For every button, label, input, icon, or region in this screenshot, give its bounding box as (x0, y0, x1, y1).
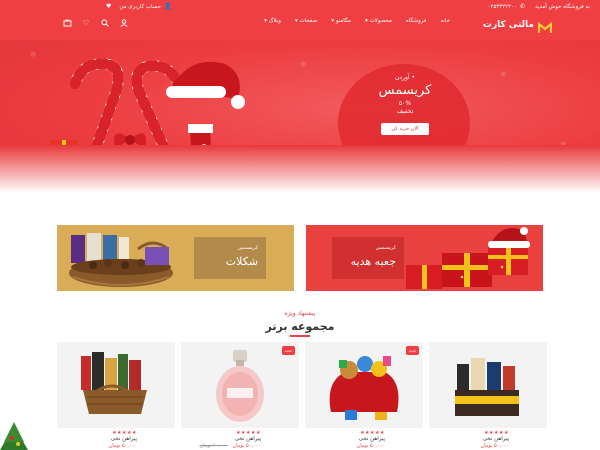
product-image[interactable] (57, 342, 175, 428)
price-old: ۶۰,۰۰۰ تومان (199, 443, 228, 449)
banner-kicker: کریسمس (237, 245, 258, 251)
section-divider (290, 335, 310, 337)
phone-icon: ✆ (519, 3, 526, 10)
price-current: ۵۰,۰۰۰ تومان (108, 443, 137, 449)
snowflake-icon: ❄ (300, 60, 307, 69)
account-label: حساب کاربری من (119, 4, 162, 10)
product-name[interactable]: پیراهن نخی (235, 436, 261, 442)
hero-promo: • آوردن کریسمس ۵۰% تخفیف الان خرید کن (350, 72, 460, 135)
product-card[interactable]: ★★★★★ پیراهن نخی ۵۰,۰۰۰ تومان (57, 342, 175, 450)
product-card[interactable]: جدید ★★★★★ پیراهن نخی ۵۰,۰۰۰ تومان (305, 342, 423, 450)
product-price: ۵۰,۰۰۰ تومان ۶۰,۰۰۰ تومان (199, 443, 261, 449)
logo-mark-icon (537, 19, 553, 33)
price-current: ۵۰,۰۰۰ تومان (232, 443, 261, 449)
price-current: ۵۰,۰۰۰ تومان (356, 443, 385, 449)
hero-title: کریسمس (378, 83, 432, 98)
christmas-tree-decoration (0, 422, 28, 450)
chocolate-basket-image (69, 233, 173, 287)
phone-number: ۰۲۵۳۳۲۲۲۰۰ (487, 4, 517, 10)
snowflake-icon: ❄ (500, 70, 507, 79)
user-icon[interactable] (119, 18, 129, 28)
hero-kicker: • آوردن (395, 74, 415, 81)
product-image[interactable] (429, 342, 547, 428)
chocolate-banner-label: کریسمس شکلات (194, 237, 266, 279)
cart-icon[interactable] (62, 18, 72, 28)
logo-text: مالتی کارت (482, 20, 534, 30)
toy-sack-image (329, 356, 399, 420)
product-name[interactable]: پیراهن نخی (359, 436, 385, 442)
banner-kicker: کریسمس (375, 245, 396, 251)
user-icon: 👤 (164, 3, 172, 10)
chocolate-banner[interactable]: کریسمس شکلات (57, 225, 294, 291)
product-price: ۵۰,۰۰۰ تومان (357, 443, 385, 449)
gift-box-banner-label: کریسمس جعبه هدیه (332, 237, 404, 279)
menu-item-home[interactable]: خانه (440, 18, 450, 24)
product-card[interactable]: جدید ★★★★★ پیراهن نخی ۵۰,۰۰۰ تومان ۶۰,۰۰… (181, 342, 299, 450)
price-current: ۵۰,۰۰۰ تومان (480, 443, 509, 449)
menu-item-shop[interactable]: فروشگاه (406, 18, 427, 24)
banner-title: جعبه هدیه (350, 255, 396, 268)
gift-boxes-image (406, 227, 530, 289)
account-link[interactable]: 👤 حساب کاربری من (119, 3, 172, 11)
heart-icon[interactable]: ♡ (81, 18, 91, 28)
section-subtitle: پیشنهاد ویژه (284, 310, 316, 317)
menu-item-megamenu[interactable]: مگامنو ▾ (331, 18, 351, 24)
product-name[interactable]: پیراهن نخی (111, 436, 137, 442)
product-price: ۵۰,۰۰۰ تومان (109, 443, 137, 449)
gift-basket-image (81, 352, 147, 414)
welcome-text: به فروشگاه خوش آمدید (535, 4, 590, 10)
banner-title: شکلات (225, 255, 258, 268)
product-price: ۵۰,۰۰۰ تومان (481, 443, 509, 449)
shop-now-button[interactable]: الان خرید کن (381, 123, 429, 135)
product-badge: جدید (282, 346, 295, 355)
menu-item-products[interactable]: محصولات ▾ (365, 18, 392, 24)
hamper-image (455, 358, 519, 416)
main-navbar: مالتی کارت خانه فروشگاه محصولات ▾ مگامنو… (0, 14, 600, 40)
header-icons: ♡ (62, 18, 129, 28)
phone-link[interactable]: ✆ ۰۲۵۳۳۲۲۲۰۰ (487, 3, 526, 11)
top-bar: به فروشگاه خوش آمدید ✆ ۰۲۵۳۳۲۲۲۰۰ 👤 حساب… (0, 0, 600, 14)
menu-item-pages[interactable]: صفحات ▾ (295, 18, 317, 24)
product-name[interactable]: پیراهن نخی (483, 436, 509, 442)
hero-fade (0, 145, 600, 205)
product-image[interactable]: جدید (305, 342, 423, 428)
product-card[interactable]: ★★★★★ پیراهن نخی ۵۰,۰۰۰ تومان (429, 342, 547, 450)
hero-discount-label: تخفیف (396, 108, 414, 115)
hero-discount: ۵۰% (398, 100, 412, 107)
menu-item-blog[interactable]: وبلاگ ▾ (264, 18, 281, 24)
main-menu: خانه فروشگاه محصولات ▾ مگامنو ▾ صفحات ▾ … (264, 18, 450, 24)
site-logo[interactable]: مالتی کارت (482, 19, 553, 33)
gift-box-banner[interactable]: کریسمس جعبه هدیه (306, 225, 543, 291)
perfume-bottle-image (216, 350, 264, 422)
product-badge: جدید (406, 346, 419, 355)
heart-icon: ♥ (106, 3, 112, 10)
welcome-message: به فروشگاه خوش آمدید (535, 4, 590, 10)
wishlist-link[interactable]: ♥ (106, 4, 111, 10)
product-image[interactable]: جدید (181, 342, 299, 428)
search-icon[interactable] (100, 18, 110, 28)
section-title: مجموعه برتر (265, 320, 335, 333)
